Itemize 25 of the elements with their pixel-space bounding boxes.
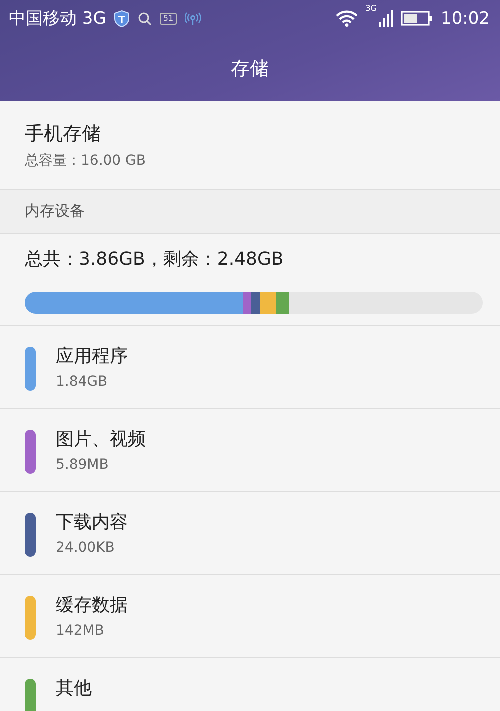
notification-badge: 51 bbox=[160, 12, 177, 24]
category-size: 1.84GB bbox=[56, 374, 109, 390]
category-size: 24.00KB bbox=[56, 540, 116, 556]
search-icon bbox=[138, 12, 152, 26]
category-name: 其他 bbox=[56, 677, 92, 700]
category-name: 应用程序 bbox=[56, 345, 128, 368]
carrier-label: 中国移动 3G bbox=[9, 8, 106, 30]
section-header: 内存设备 bbox=[0, 190, 500, 234]
screen-title: 存储 bbox=[231, 57, 269, 82]
category-size: 142MB bbox=[56, 623, 106, 639]
category-size: 5.89MB bbox=[56, 457, 110, 473]
battery-icon bbox=[401, 11, 433, 26]
category-name: 下载内容 bbox=[56, 511, 128, 534]
wifi-icon bbox=[336, 10, 358, 27]
cellular-signal-icon bbox=[379, 10, 393, 27]
usage-segment bbox=[276, 292, 289, 314]
category-name: 图片、视频 bbox=[56, 428, 146, 451]
signal-waves-icon bbox=[184, 12, 201, 26]
category-name: 缓存数据 bbox=[56, 594, 128, 617]
storage-title: 手机存储 bbox=[25, 122, 102, 146]
total-capacity: 总容量：16.00 GB bbox=[25, 152, 147, 170]
network-type-label: 3G bbox=[366, 4, 377, 13]
clock-time: 10:02 bbox=[441, 8, 490, 28]
shield-icon bbox=[114, 10, 130, 28]
storage-summary: 总共：3.86GB，剩余：2.48GB bbox=[24, 248, 285, 272]
